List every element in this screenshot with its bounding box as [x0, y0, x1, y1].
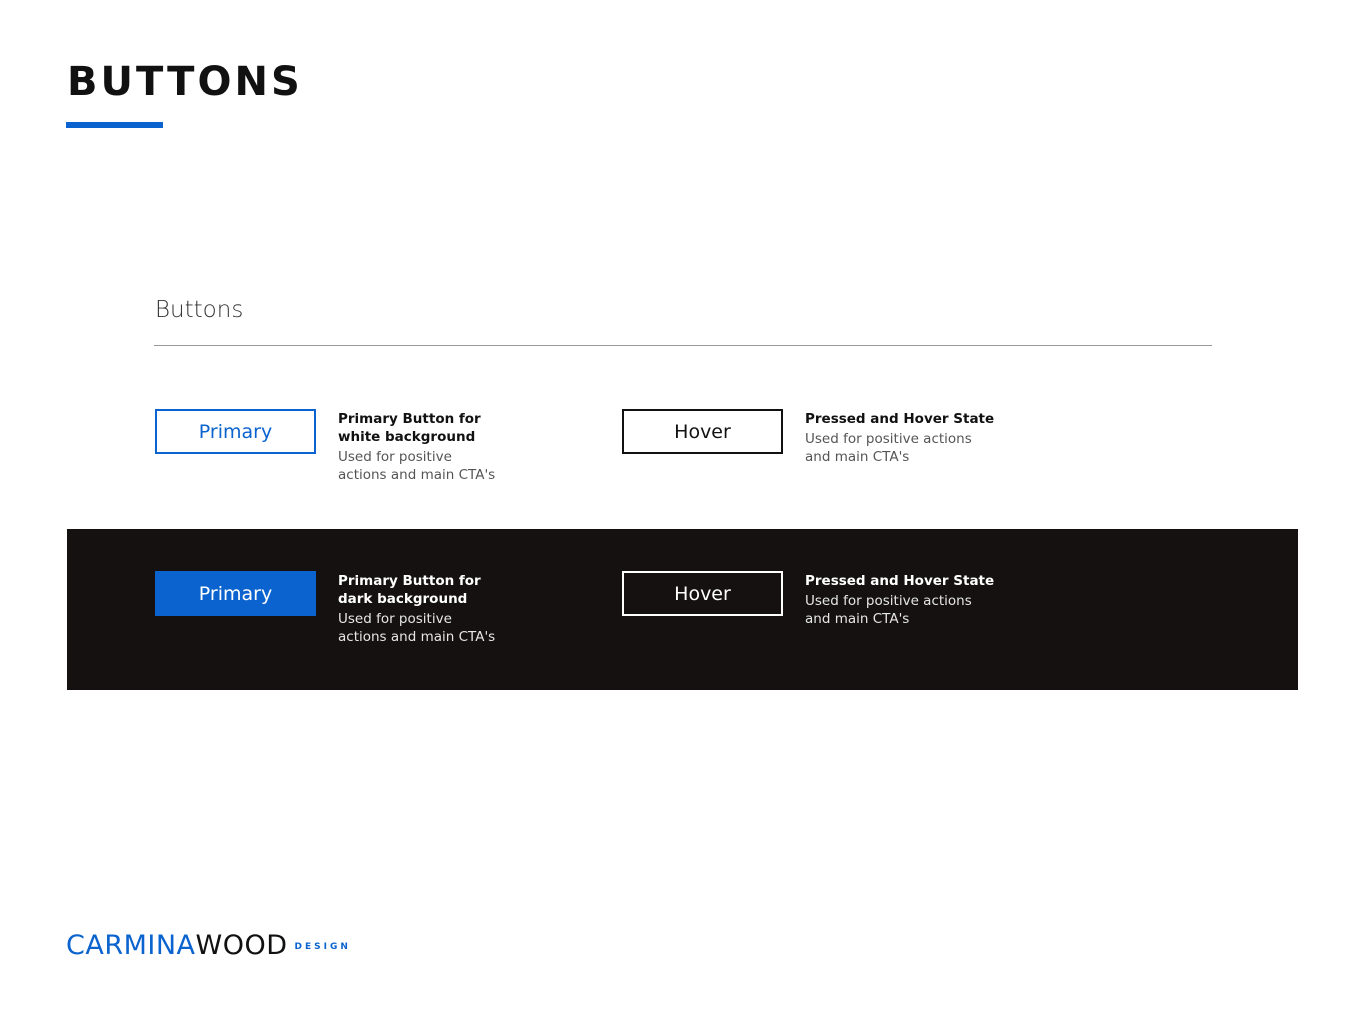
hover-button-white-bg[interactable]: Hover	[622, 409, 783, 454]
description-body-line: Used for positive	[338, 611, 452, 627]
logo-text-carmina: CARMINA	[66, 930, 196, 961]
hover-button-dark-description: Pressed and Hover State Used for positiv…	[805, 572, 1035, 628]
primary-button-white-description: Primary Button for white background Used…	[338, 410, 538, 484]
description-title: Pressed and Hover State	[805, 573, 995, 589]
description-title-line: white background	[338, 429, 476, 445]
primary-button-white-bg[interactable]: Primary	[155, 409, 316, 454]
description-body-line: actions and main CTA's	[338, 467, 496, 483]
description-body: Used for positive actions and main CTA's	[338, 610, 538, 646]
description-body: Used for positive actions and main CTA's	[805, 430, 1035, 466]
section-heading: Buttons	[155, 297, 244, 323]
description-body-line: and main CTA's	[805, 611, 910, 627]
primary-button-dark-description: Primary Button for dark background Used …	[338, 572, 538, 646]
description-body-line: Used for positive actions	[805, 593, 972, 609]
section-divider	[154, 345, 1212, 346]
description-body-line: actions and main CTA's	[338, 629, 496, 645]
description-title-line: dark background	[338, 591, 468, 607]
description-title-line: Primary Button for	[338, 573, 481, 589]
title-underline	[66, 122, 163, 128]
description-title: Primary Button for white background	[338, 410, 538, 446]
description-body: Used for positive actions and main CTA's	[805, 592, 1035, 628]
description-body: Used for positive actions and main CTA's	[338, 448, 538, 484]
description-title: Primary Button for dark background	[338, 572, 538, 608]
brand-logo: CARMINA WOOD DESIGN	[66, 930, 351, 968]
description-body-line: Used for positive	[338, 449, 452, 465]
description-title-line: Primary Button for	[338, 411, 481, 427]
logo-text-design: DESIGN	[294, 942, 351, 952]
description-body-line: and main CTA's	[805, 449, 910, 465]
logo-text-wood: WOOD	[195, 930, 288, 961]
hover-button-white-description: Pressed and Hover State Used for positiv…	[805, 410, 1035, 466]
primary-button-dark-bg[interactable]: Primary	[155, 571, 316, 616]
page-title: BUTTONS	[67, 59, 303, 105]
description-body-line: Used for positive actions	[805, 431, 972, 447]
hover-button-dark-bg[interactable]: Hover	[622, 571, 783, 616]
description-title: Pressed and Hover State	[805, 411, 995, 427]
